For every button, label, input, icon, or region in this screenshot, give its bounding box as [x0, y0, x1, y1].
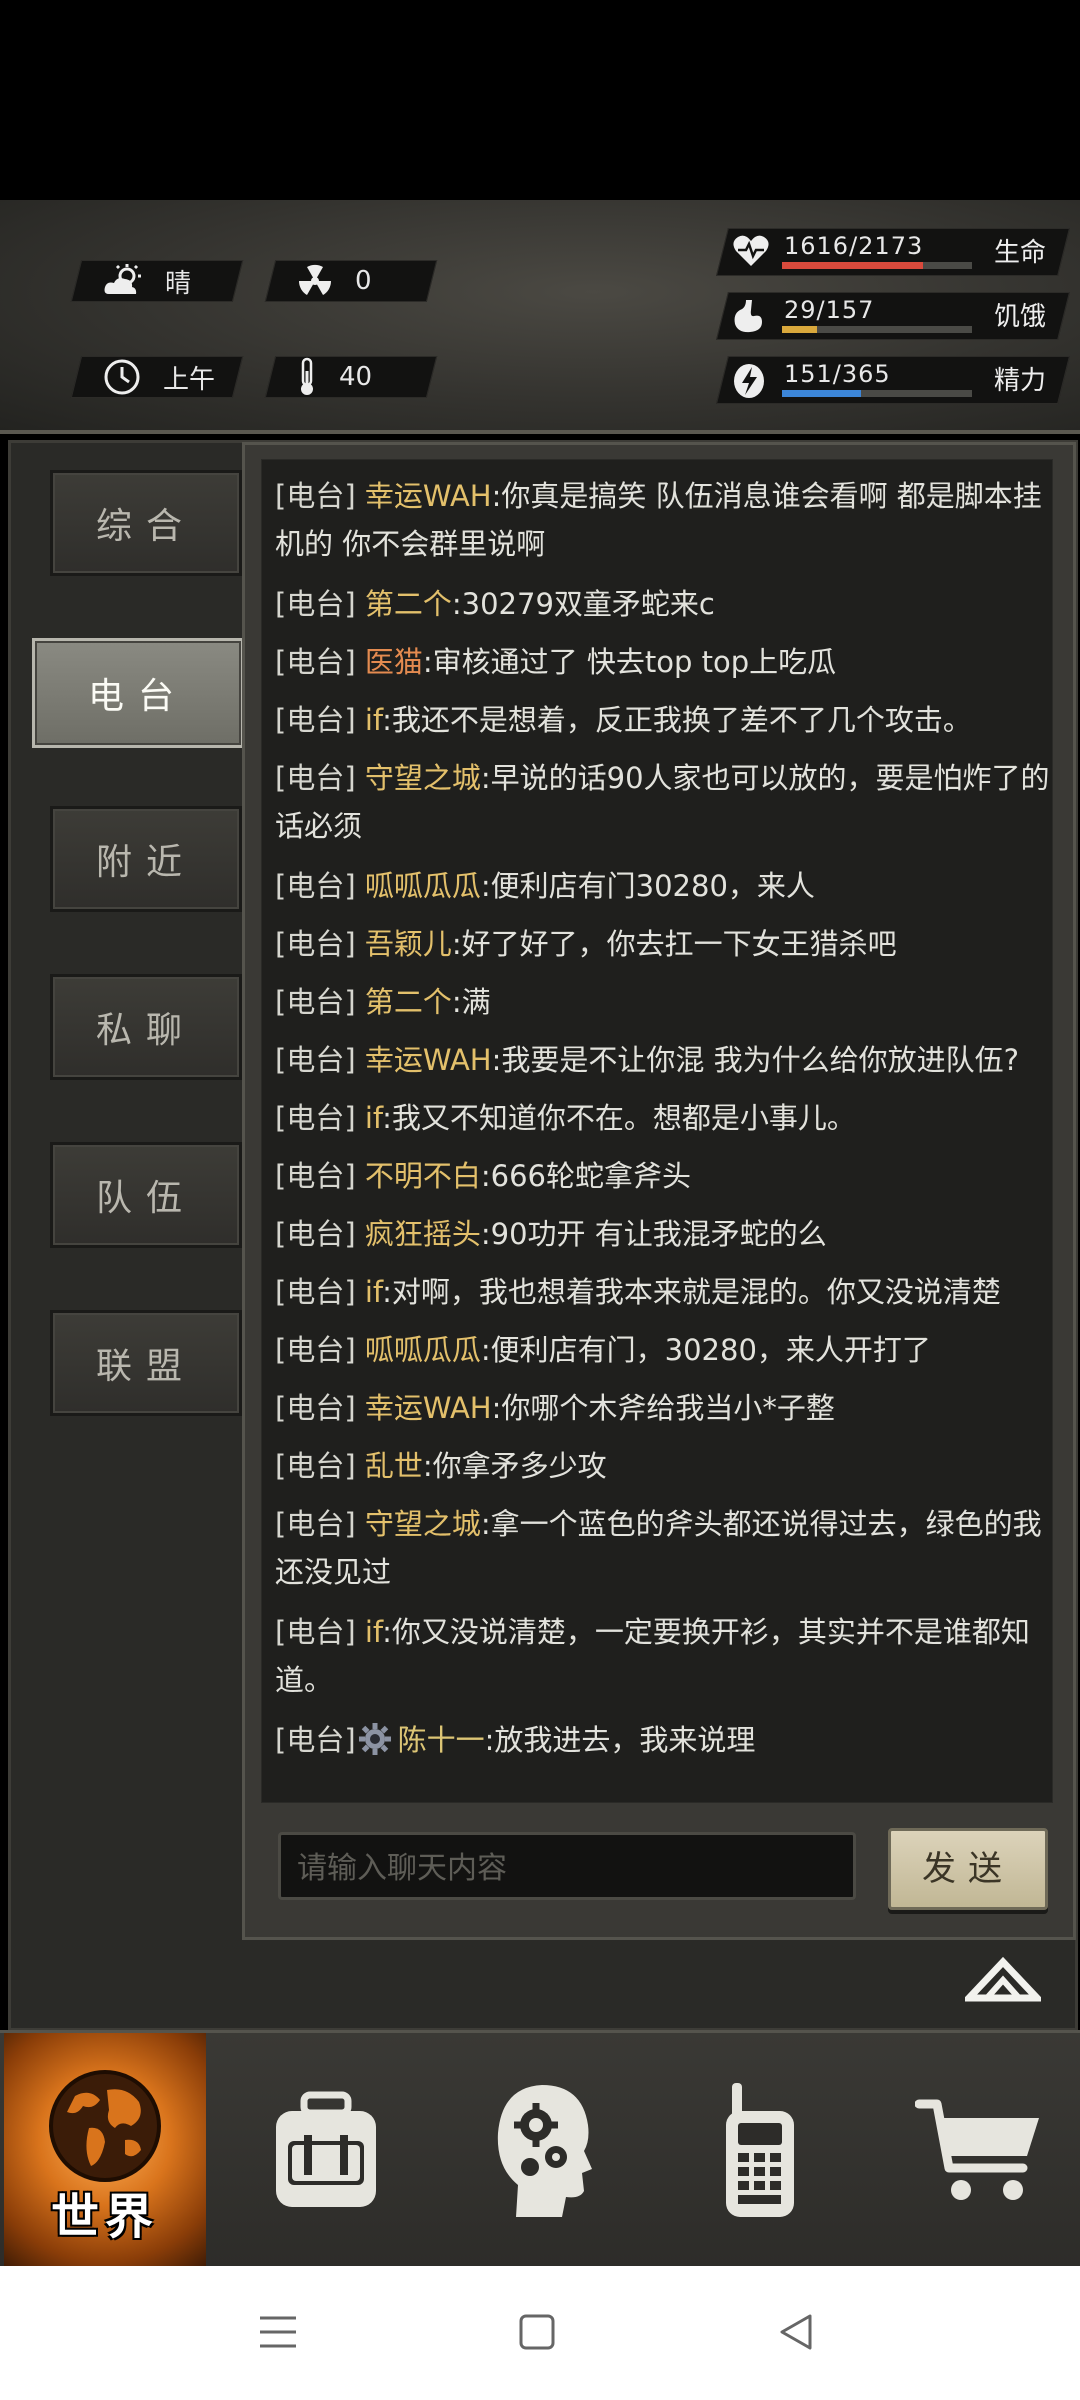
sender-name[interactable]: if [365, 1615, 382, 1649]
nav-shop[interactable] [900, 2033, 1060, 2269]
sender-name[interactable]: 幸运WAH [365, 1391, 492, 1425]
back-icon[interactable] [776, 2312, 816, 2352]
nav-world[interactable]: 世界 [4, 2033, 206, 2269]
tab-nearby[interactable]: 附近 [50, 806, 242, 912]
health-label: 生命 [994, 238, 1047, 268]
send-button[interactable]: 发送 [888, 1828, 1048, 1910]
energy-track [782, 390, 972, 397]
sender-name[interactable]: 幸运WAH [365, 479, 492, 513]
chat-message: [电台] 乱世:你拿矛多少攻 [275, 1449, 607, 1483]
hunger-bar: 29/157 饥饿 [716, 292, 1070, 340]
sender-name[interactable]: 疯狂摇头 [365, 1217, 481, 1251]
sender-name[interactable]: 呱呱瓜瓜 [365, 869, 481, 903]
chat-message: [电台] if:你又没说清楚，一定要换开衫，其实并不是谁都知道。 [275, 1615, 1030, 1697]
weather-stat: 晴 [70, 260, 244, 302]
sender-name[interactable]: 陈十一 [398, 1723, 485, 1757]
chat-message: [电台] 幸运WAH:你哪个木斧给我当小*子整 [275, 1391, 835, 1425]
chat-input-placeholder: 请输入聊天内容 [297, 1851, 507, 1886]
nav-radio[interactable] [680, 2033, 840, 2269]
sender-name[interactable]: 呱呱瓜瓜 [365, 1333, 481, 1367]
shopping-cart-icon [915, 2099, 1039, 2200]
heart-pulse-icon [733, 235, 769, 266]
hunger-label: 饥饿 [994, 302, 1047, 332]
sender-name[interactable]: if [365, 703, 382, 737]
tab-alliance[interactable]: 联盟 [50, 1310, 242, 1416]
walkie-talkie-icon [726, 2083, 794, 2217]
chat-message: [电台] 陈十一:放我进去，我来说理 [275, 1723, 756, 1757]
chat-input[interactable]: 请输入聊天内容 [278, 1832, 856, 1900]
top-blank-area [0, 0, 1080, 200]
collapse-up-icon[interactable] [965, 1956, 1041, 2004]
health-bar: 1616/2173 生命 [716, 228, 1070, 276]
health-value: 1616/2173 [784, 232, 924, 260]
tab-general[interactable]: 综合 [50, 470, 242, 576]
sender-name[interactable]: 乱世 [365, 1449, 423, 1483]
time-value: 上午 [163, 364, 216, 395]
chat-message: [电台] 守望之城:拿一个蓝色的斧头都还说得过去，绿色的我还没见过 [275, 1507, 1042, 1589]
chat-message: [电台] 幸运WAH:我要是不让你混 我为什么给你放进队伍? [275, 1043, 1019, 1077]
nav-backpack[interactable] [246, 2033, 406, 2269]
chat-message: [电台] 第二个:满 [275, 985, 491, 1019]
chat-message: [电台] 疯狂摇头:90功开 有让我混矛蛇的么 [275, 1217, 827, 1251]
tab-team[interactable]: 队伍 [50, 1142, 242, 1248]
energy-value: 151/365 [784, 360, 891, 388]
nav-world-label: 世界 [50, 2189, 159, 2245]
sender-name[interactable]: 幸运WAH [365, 1043, 492, 1077]
energy-bar: 151/365 精力 [716, 356, 1070, 404]
sender-name[interactable]: if [365, 1275, 382, 1309]
globe-icon [49, 2070, 161, 2182]
energy-icon [734, 364, 764, 398]
weather-value: 晴 [165, 268, 192, 299]
temperature-stat: 40 [264, 356, 438, 398]
system-navigation-bar [0, 2266, 1080, 2400]
sender-name[interactable]: 吾颖儿 [365, 927, 452, 961]
sender-name[interactable]: 医猫 [365, 645, 423, 679]
chat-message: [电台] 吾颖儿:好了好了，你去扛一下女王猎杀吧 [275, 927, 897, 961]
sender-name[interactable]: if [365, 1101, 382, 1135]
home-icon[interactable] [517, 2312, 557, 2352]
chat-message: [电台] 呱呱瓜瓜:便利店有门，30280，来人开打了 [275, 1333, 931, 1367]
time-stat: 上午 [70, 356, 244, 398]
stomach-icon [734, 300, 762, 333]
chat-message: [电台] 第二个:30279双童矛蛇来c [275, 587, 715, 621]
thermometer-icon [301, 357, 313, 395]
sender-name[interactable]: 守望之城 [365, 1507, 481, 1541]
partly-sunny-icon [104, 264, 141, 294]
chat-message: [电台] 守望之城:早说的话90人家也可以放的，要是怕炸了的话必须 [275, 761, 1050, 843]
chat-message: [电台] if:我还不是想着，反正我换了差不了几个攻击。 [275, 703, 972, 737]
chat-message: [电台] 幸运WAH:你真是搞笑 队伍消息谁会看啊 都是脚本挂机的 你不会群里说… [275, 479, 1042, 561]
sender-name[interactable]: 第二个 [365, 587, 452, 621]
chat-message: [电台] if:我又不知道你不在。想都是小事儿。 [275, 1101, 856, 1135]
radiation-icon [298, 264, 332, 295]
bottom-nav: 世界 [0, 2030, 1080, 2269]
status-panel: 晴 0 上午 40 1616/2173 生命 29/157 饥饿 151/365… [0, 200, 1080, 601]
backpack-icon [276, 2091, 376, 2207]
health-track [782, 262, 972, 269]
radiation-stat: 0 [264, 260, 438, 302]
chat-message: [电台] if:对啊，我也想着我本来就是混的。你又没说清楚 [275, 1275, 1001, 1309]
sender-name[interactable]: 不明不白 [365, 1159, 481, 1193]
radiation-value: 0 [355, 266, 372, 296]
chat-message: [电台] 呱呱瓜瓜:便利店有门30280，来人 [275, 869, 815, 903]
nav-skills[interactable] [464, 2033, 624, 2269]
temperature-value: 40 [339, 362, 373, 392]
tab-private[interactable]: 私聊 [50, 974, 242, 1080]
tab-radio[interactable]: 电台 [32, 638, 244, 748]
sender-name[interactable]: 第二个 [365, 985, 452, 1019]
hunger-track [782, 326, 972, 333]
sender-name[interactable]: 守望之城 [365, 761, 481, 795]
chat-message: [电台] 医猫:审核通过了 快去top top上吃瓜 [275, 645, 837, 679]
menu-icon[interactable] [258, 2312, 298, 2352]
gear-badge-icon [358, 1723, 391, 1755]
energy-label: 精力 [994, 366, 1047, 396]
head-gears-icon [497, 2085, 592, 2217]
hunger-value: 29/157 [784, 296, 875, 324]
chat-message: [电台] 不明不白:666轮蛇拿斧头 [275, 1159, 691, 1193]
clock-icon [104, 359, 140, 395]
